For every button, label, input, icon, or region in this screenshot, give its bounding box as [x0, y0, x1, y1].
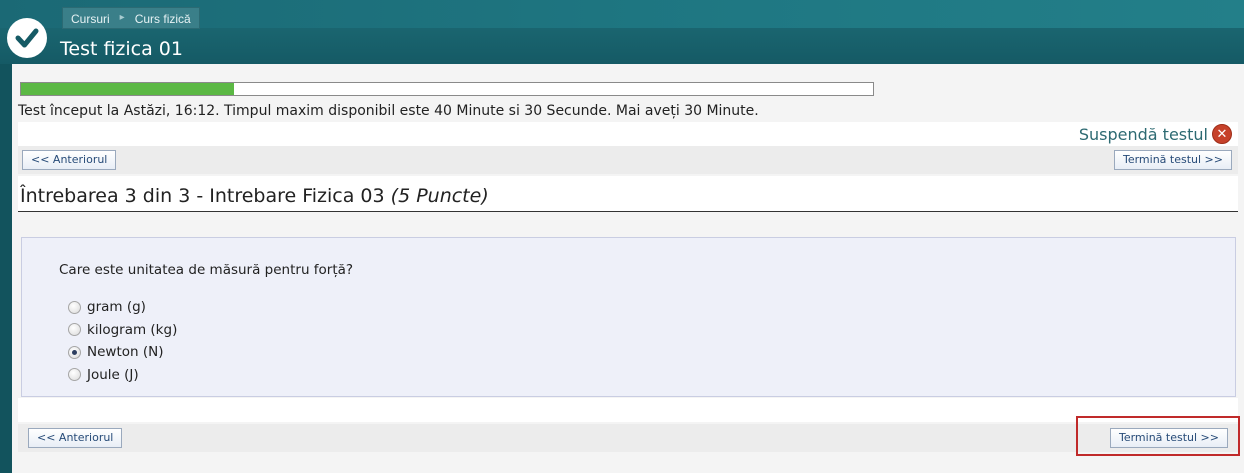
option-label: gram (g) — [87, 299, 146, 316]
page-header: Cursuri ▸ Curs fizică Test fizica 01 — [0, 0, 1244, 64]
page-title: Test fizica 01 — [60, 38, 183, 60]
highlight-box — [1076, 416, 1240, 456]
option-label: kilogram (kg) — [87, 321, 178, 338]
option-joule[interactable]: Joule (J) — [68, 364, 177, 387]
suspend-band — [18, 122, 1238, 146]
option-label: Newton (N) — [87, 344, 164, 361]
option-kilogram[interactable]: kilogram (kg) — [68, 319, 177, 342]
option-label: Joule (J) — [87, 366, 139, 383]
question-points: (5 Puncte) — [390, 185, 489, 207]
previous-button-top[interactable]: << Anteriorul — [22, 150, 117, 170]
breadcrumb-item-courses[interactable]: Cursuri — [63, 8, 118, 28]
breadcrumb-separator-icon: ▸ — [119, 12, 125, 23]
radio-button[interactable] — [68, 368, 81, 382]
option-newton[interactable]: Newton (N) — [68, 341, 177, 364]
finish-test-button-top[interactable]: Termină testul >> — [1113, 150, 1232, 170]
progress-bar — [20, 82, 874, 96]
radio-button[interactable] — [68, 323, 81, 337]
top-nav-row: << Anteriorul Termină testul >> — [18, 146, 1238, 174]
breadcrumb-item-physics-course[interactable]: Curs fizică — [127, 8, 199, 28]
progress-fill — [21, 83, 234, 95]
question-box: Care este unitatea de măsură pentru forț… — [21, 237, 1236, 397]
question-text: Care este unitatea de măsură pentru forț… — [59, 262, 354, 278]
left-rail — [0, 64, 12, 473]
test-info-text: Test început la Astăzi, 16:12. Timpul ma… — [18, 103, 759, 119]
suspend-label: Suspendă testul — [1078, 124, 1208, 144]
check-icon — [7, 18, 47, 58]
radio-button-selected[interactable] — [68, 345, 81, 359]
bottom-band — [18, 398, 1238, 422]
answer-options: gram (g) kilogram (kg) Newton (N) Joule … — [68, 296, 177, 386]
suspend-test-link[interactable]: Suspendă testul ✕ — [1079, 124, 1232, 144]
question-title: Întrebarea 3 din 3 - Intrebare Fizica 03 — [20, 185, 385, 207]
previous-button-bottom[interactable]: << Anteriorul — [28, 428, 123, 448]
radio-button[interactable] — [68, 300, 81, 314]
close-icon: ✕ — [1212, 124, 1232, 144]
breadcrumb: Cursuri ▸ Curs fizică — [62, 7, 200, 29]
option-gram[interactable]: gram (g) — [68, 296, 177, 319]
question-heading: Întrebarea 3 din 3 - Intrebare Fizica 03… — [18, 176, 1238, 212]
bottom-nav-row: << Anteriorul Termină testul >> — [18, 424, 1238, 452]
